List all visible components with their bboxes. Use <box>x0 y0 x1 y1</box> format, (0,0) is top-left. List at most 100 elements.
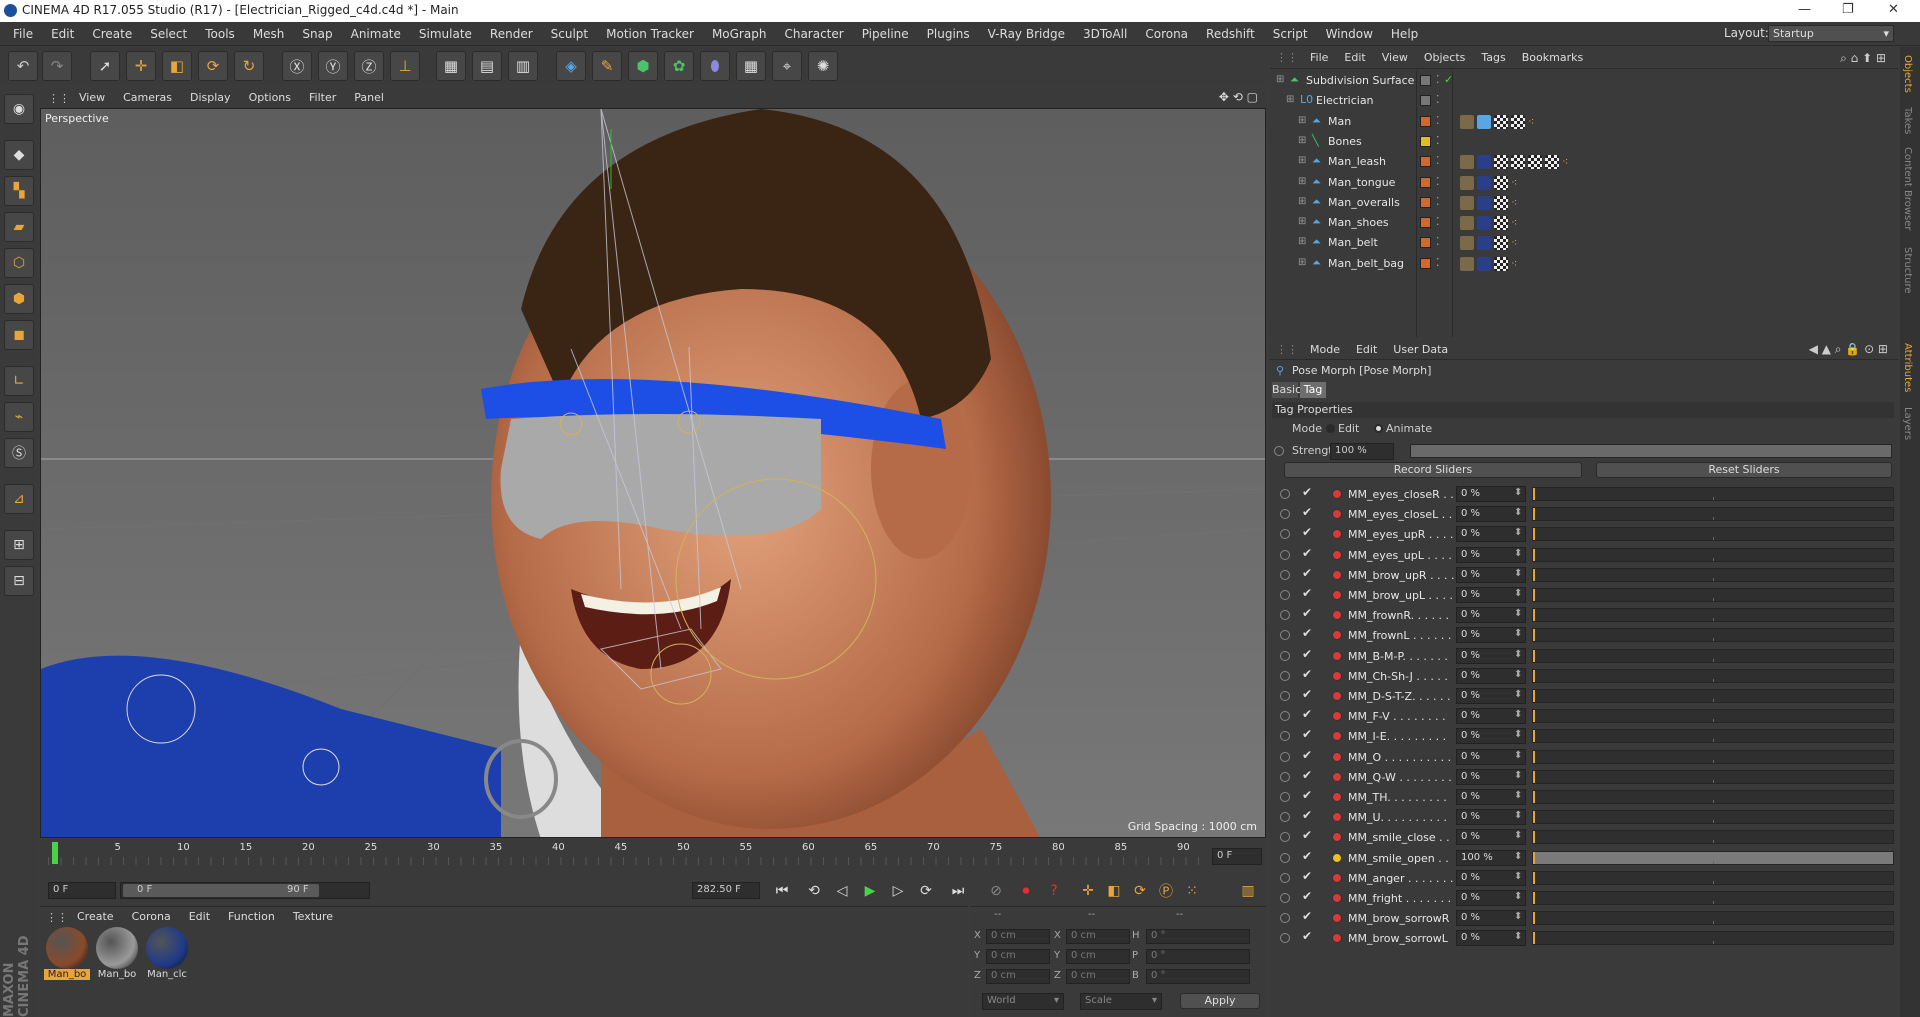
menu-item-v-ray-bridge[interactable]: V-Ray Bridge <box>979 22 1074 46</box>
camera-label[interactable]: Perspective <box>45 112 109 125</box>
tag-icon[interactable] <box>1477 256 1491 271</box>
tag-icon[interactable] <box>1460 256 1474 271</box>
polygons-mode-icon[interactable]: ◼ <box>4 320 34 350</box>
morph-slider[interactable] <box>1532 588 1894 602</box>
stepper-icon[interactable]: ⬍ <box>1514 911 1522 922</box>
render-picture-viewer-icon[interactable]: ▤ <box>472 51 502 81</box>
coord-field[interactable]: 0 ° <box>1146 949 1250 964</box>
scale-tool-icon[interactable]: ◧ <box>162 51 192 81</box>
stepper-icon[interactable]: ⬍ <box>1514 487 1522 498</box>
material-menu-function[interactable]: Function <box>219 907 284 927</box>
morph-slider[interactable] <box>1532 527 1894 542</box>
tag-icon[interactable] <box>1494 155 1508 170</box>
layer-color-swatch[interactable] <box>1420 217 1431 229</box>
menu-item-snap[interactable]: Snap <box>293 22 341 46</box>
object-menu-view[interactable]: View <box>1374 47 1416 69</box>
menu-item-pipeline[interactable]: Pipeline <box>853 22 918 46</box>
keyframe-toggle-icon[interactable] <box>1280 610 1290 621</box>
sidetab-layers[interactable]: Layers <box>1902 407 1913 440</box>
stepper-icon[interactable]: ⬍ <box>1514 628 1522 639</box>
tag-icon[interactable] <box>1460 155 1474 170</box>
y-axis-icon[interactable]: Ⓨ <box>318 51 348 81</box>
menu-item-help[interactable]: Help <box>1382 22 1427 46</box>
tag-icon[interactable] <box>1460 195 1474 210</box>
morph-slider[interactable] <box>1532 850 1894 865</box>
expand-icon[interactable]: ⊞ <box>1298 257 1306 268</box>
cloner-icon[interactable]: ✿ <box>664 51 694 81</box>
menu-item-character[interactable]: Character <box>775 22 852 46</box>
menu-item-mesh[interactable]: Mesh <box>244 22 294 46</box>
keyframe-toggle-icon[interactable] <box>1280 670 1290 681</box>
keyframe-toggle-icon[interactable] <box>1280 771 1290 782</box>
visibility-dots[interactable]: ⁚ <box>1436 256 1440 269</box>
morph-slider[interactable] <box>1532 487 1894 501</box>
tag-icon[interactable] <box>1494 216 1508 231</box>
tag-icon[interactable]: ⁖ <box>1511 216 1525 230</box>
morph-slider[interactable] <box>1532 729 1894 744</box>
stepper-icon[interactable]: ⬍ <box>1514 790 1522 801</box>
snap-icon[interactable]: Ⓢ <box>4 438 34 468</box>
enabled-checkbox[interactable]: ✔ <box>1302 546 1312 560</box>
deformer-icon[interactable]: ⬮ <box>700 51 730 81</box>
tag-icon[interactable] <box>1460 236 1474 251</box>
strength-keyframe-icon[interactable] <box>1274 446 1284 456</box>
tab-tag[interactable]: Tag <box>1300 382 1326 398</box>
morph-slider[interactable] <box>1532 567 1894 582</box>
keyframe-toggle-icon[interactable] <box>1280 590 1290 600</box>
tag-icon[interactable]: ⁖ <box>1528 115 1542 129</box>
enabled-checkbox[interactable]: ✔ <box>1302 909 1312 923</box>
previous-frame-icon[interactable]: ◁ <box>830 879 854 903</box>
visibility-dots[interactable]: ⁚ <box>1436 195 1440 208</box>
floor-icon[interactable]: ▦ <box>736 51 766 81</box>
visibility-dots[interactable]: ⁚ <box>1436 73 1440 86</box>
enabled-checkbox[interactable]: ✔ <box>1302 687 1312 701</box>
menu-item-create[interactable]: Create <box>83 22 141 46</box>
object-menu-edit[interactable]: Edit <box>1336 47 1373 69</box>
menu-item-tools[interactable]: Tools <box>196 22 244 46</box>
edges-mode-icon[interactable]: ⬢ <box>4 284 34 314</box>
tag-icon[interactable] <box>1528 155 1542 170</box>
stepper-icon[interactable]: ⬍ <box>1514 548 1522 559</box>
stepper-icon[interactable]: ⬍ <box>1514 830 1522 841</box>
stepper-icon[interactable]: ⬍ <box>1514 588 1522 599</box>
timeline[interactable]: 051015202530354045505560657075808590 0 F <box>40 840 1266 876</box>
points-mode-icon[interactable]: ⬡ <box>4 248 34 278</box>
key-pla-icon[interactable]: ⁙ <box>1180 879 1204 903</box>
enabled-checkbox[interactable]: ✔ <box>1302 667 1312 681</box>
layer-color-swatch[interactable] <box>1420 135 1431 147</box>
mode-edit-radio[interactable] <box>1326 424 1335 433</box>
expand-icon[interactable]: ⊞ <box>1298 176 1306 187</box>
x-axis-icon[interactable]: Ⓧ <box>282 51 312 81</box>
expand-icon[interactable]: ⊞ <box>1298 115 1306 126</box>
morph-slider[interactable] <box>1532 628 1894 643</box>
strength-slider[interactable] <box>1410 444 1892 458</box>
texture-mode-icon[interactable]: ▚ <box>4 176 34 206</box>
morph-slider[interactable] <box>1532 911 1894 926</box>
keyframe-toggle-icon[interactable] <box>1280 711 1290 722</box>
layer-color-swatch[interactable] <box>1420 115 1431 127</box>
keyframe-toggle-icon[interactable] <box>1280 549 1290 560</box>
enabled-checkbox[interactable]: ✔ <box>1302 626 1312 640</box>
menu-item-simulate[interactable]: Simulate <box>410 22 481 46</box>
stepper-icon[interactable]: ⬍ <box>1514 810 1522 821</box>
visibility-dots[interactable]: ⁚ <box>1436 93 1440 106</box>
tag-icon[interactable] <box>1494 114 1508 129</box>
stepper-icon[interactable]: ⬍ <box>1514 851 1522 862</box>
morph-slider[interactable] <box>1532 547 1894 562</box>
tag-icon[interactable] <box>1477 195 1491 210</box>
expand-icon[interactable]: ⊞ <box>1298 196 1306 207</box>
strength-field[interactable]: 100 % <box>1330 443 1394 460</box>
morph-slider[interactable] <box>1532 648 1894 663</box>
tag-icon[interactable]: ⁖ <box>1511 257 1525 271</box>
morph-slider[interactable] <box>1532 507 1894 522</box>
tag-icon[interactable] <box>1460 114 1474 129</box>
keyframe-toggle-icon[interactable] <box>1280 691 1290 701</box>
tag-icon[interactable] <box>1477 236 1491 251</box>
visibility-dots[interactable]: ⁚ <box>1436 235 1440 248</box>
material-swatch[interactable]: Man_bo <box>94 927 140 980</box>
attribute-menu-mode[interactable]: Mode <box>1302 340 1348 360</box>
coordinate-system-icon[interactable]: ⊥ <box>390 51 420 81</box>
key-scale-icon[interactable]: ◧ <box>1102 879 1126 903</box>
visibility-dots[interactable]: ⁚ <box>1436 114 1440 127</box>
keyframe-toggle-icon[interactable] <box>1280 529 1290 540</box>
